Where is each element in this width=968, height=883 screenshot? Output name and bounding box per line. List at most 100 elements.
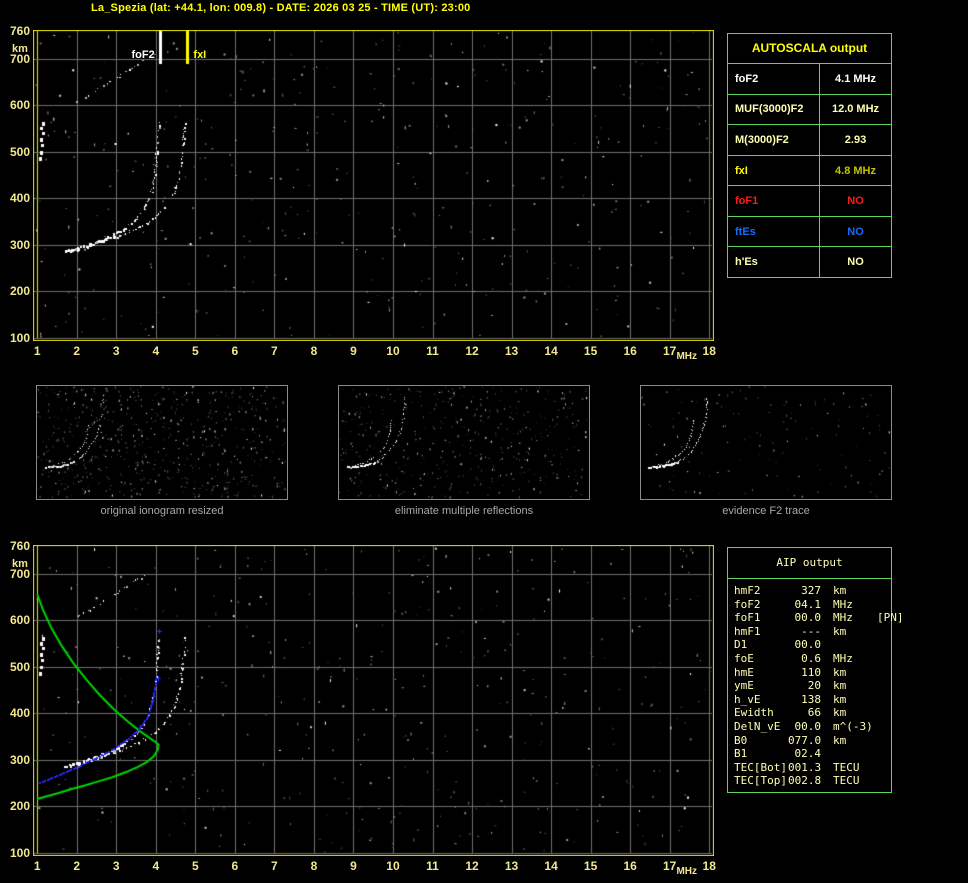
aip-cell: h_vE: [734, 692, 761, 706]
x-axis-tick-label: 14: [544, 859, 558, 873]
aip-cell: hmF2: [734, 584, 761, 597]
autoscala-row-label: MUF(3000)F2: [728, 94, 820, 125]
aip-table-body: hmF2 327 km foF2 04.1 MHz foF1 00.0 MHz [PN] hmF1 -…: [728, 579, 904, 788]
aip-cell: [821, 734, 833, 748]
x-axis-tick-label: 1: [33, 859, 41, 873]
aip-cell: [821, 638, 833, 652]
autoscala-row-value: 4.8 MHz: [835, 164, 876, 177]
aip-cell: [877, 638, 891, 652]
aip-cell: [877, 720, 891, 734]
aip-cell: [877, 652, 891, 666]
x-axis-tick-label: 10: [386, 859, 400, 873]
aip-cell: [877, 693, 891, 707]
aip-cell: TECU: [833, 760, 860, 774]
thumbnail-caption-original: original ionogram resized: [100, 505, 224, 517]
y-axis-tick-label: 100: [9, 330, 30, 345]
x-axis-tick-label: 11: [426, 859, 439, 873]
thumbnail-eliminate-reflections: [338, 385, 590, 500]
autoscala-row-fof2: foF2 4.1 MHz: [728, 64, 891, 95]
aip-cell: [833, 638, 877, 652]
aip-cell: [877, 706, 891, 720]
y-axis-tick-label: 300: [9, 237, 30, 252]
aip-cell: 00.0: [794, 719, 822, 733]
scaled-ionogram-plot: foF2 fxI: [33, 30, 714, 341]
thumbnail-evidence-f2: [640, 385, 892, 500]
profile-ionogram-canvas: [33, 545, 714, 856]
aip-cell: [821, 693, 833, 707]
x-axis-tick-label: 8: [310, 344, 318, 358]
aip-cell: [821, 747, 833, 761]
autoscala-row-label: M(3000)F2: [728, 125, 820, 155]
x-axis-tick-label: 7: [271, 344, 278, 358]
aip-cell: 20: [807, 679, 821, 693]
aip-cell: MHz: [833, 597, 853, 611]
aip-cell: MHz: [833, 651, 853, 665]
aip-cell: 327: [801, 584, 821, 597]
autoscala-row-muf3000f2: MUF(3000)F2 12.0 MHz: [728, 94, 891, 126]
autoscala-row-label: fxI: [728, 155, 820, 186]
x-axis-tick-label: 3: [112, 859, 120, 873]
aip-cell: Ewidth: [734, 706, 774, 720]
aip-cell: hmE: [734, 665, 754, 679]
y-axis-tick-label: 600: [9, 613, 30, 628]
aip-row-b0: B0 077.0 km: [734, 734, 891, 748]
x-axis-unit-label: MHz: [676, 351, 697, 362]
x-axis-tick-label: 1: [33, 344, 41, 358]
y-axis-tick-label: 600: [9, 98, 30, 113]
aip-row-hve: h_vE 138 km: [734, 693, 891, 707]
aip-cell: [821, 679, 833, 693]
aip-cell: MHz: [833, 611, 853, 625]
autoscala-row-value: 4.1 MHz: [835, 72, 876, 85]
aip-cell: [877, 747, 891, 761]
x-axis-tick-label: 12: [465, 859, 479, 873]
aip-cell: DelN_vE: [734, 719, 781, 733]
aip-cell: ---: [801, 624, 821, 638]
autoscala-row-fof1: foF1 NO: [728, 186, 891, 217]
autoscala-output-table: AUTOSCALA output foF2 4.1 MHz MUF(3000)F2 1…: [727, 33, 892, 278]
x-axis-tick-label: 18: [702, 344, 716, 358]
thumbnail-original-canvas: [37, 386, 287, 499]
x-axis-tick-label: 5: [191, 344, 199, 358]
x-axis-tick-label: 4: [152, 344, 160, 358]
autoscala-row-value: NO: [847, 256, 864, 269]
aip-cell: 138: [801, 692, 821, 706]
aip-cell: km: [833, 692, 847, 706]
fxi-marker-label: fxI: [193, 49, 207, 61]
x-axis-tick-label: 16: [623, 344, 637, 358]
autoscala-row-label: foF1: [728, 186, 820, 216]
y-axis-tick-label: 200: [9, 799, 30, 814]
aip-cell: foF1: [734, 611, 761, 625]
x-axis-unit-label: MHz: [676, 866, 697, 877]
aip-cell: m^(-3): [833, 719, 873, 733]
aip-cell: 0.6: [801, 651, 821, 665]
thumbnail-caption-evidence: evidence F2 trace: [722, 505, 810, 517]
aip-cell: [877, 598, 891, 612]
aip-row-tecbot: TEC[Bot] 001.3 TECU: [734, 761, 891, 775]
x-axis-tick-label: 18: [702, 859, 716, 873]
aip-cell: km: [833, 584, 847, 597]
x-axis-tick-label: 15: [583, 859, 598, 873]
autoscala-row-value: 12.0 MHz: [831, 103, 880, 116]
autoscala-row-fxi: fxI 4.8 MHz: [728, 155, 891, 187]
aip-cell: TEC[Bot]: [734, 760, 787, 774]
y-axis-tick-label: 760: [9, 24, 30, 38]
aip-cell: [877, 734, 891, 748]
x-axis-tick-label: 9: [350, 344, 357, 358]
aip-cell: [821, 611, 833, 625]
autoscala-row-label: foF2: [728, 64, 820, 94]
autoscala-output-screen: { "title": "La_Spezia (lat: +44.1, lon: …: [0, 0, 968, 883]
aip-row-yme: ymE 20 km: [734, 679, 891, 693]
x-axis-tick-label: 2: [73, 344, 81, 358]
aip-cell: [877, 625, 891, 639]
aip-row-hmf1: hmF1 --- km: [734, 625, 891, 639]
y-axis-tick-label: 400: [9, 191, 30, 206]
aip-row-fof2: foF2 04.1 MHz: [734, 598, 891, 612]
x-axis-tick-label: 13: [504, 859, 519, 873]
aip-cell: [877, 584, 891, 598]
aip-table-title: AIP output: [728, 548, 891, 579]
fof2-marker-label: foF2: [131, 49, 155, 61]
aip-cell: [821, 625, 833, 639]
x-axis-tick-label: 13: [504, 344, 519, 358]
aip-cell: 02.4: [794, 747, 822, 761]
aip-cell: 66: [807, 706, 821, 720]
